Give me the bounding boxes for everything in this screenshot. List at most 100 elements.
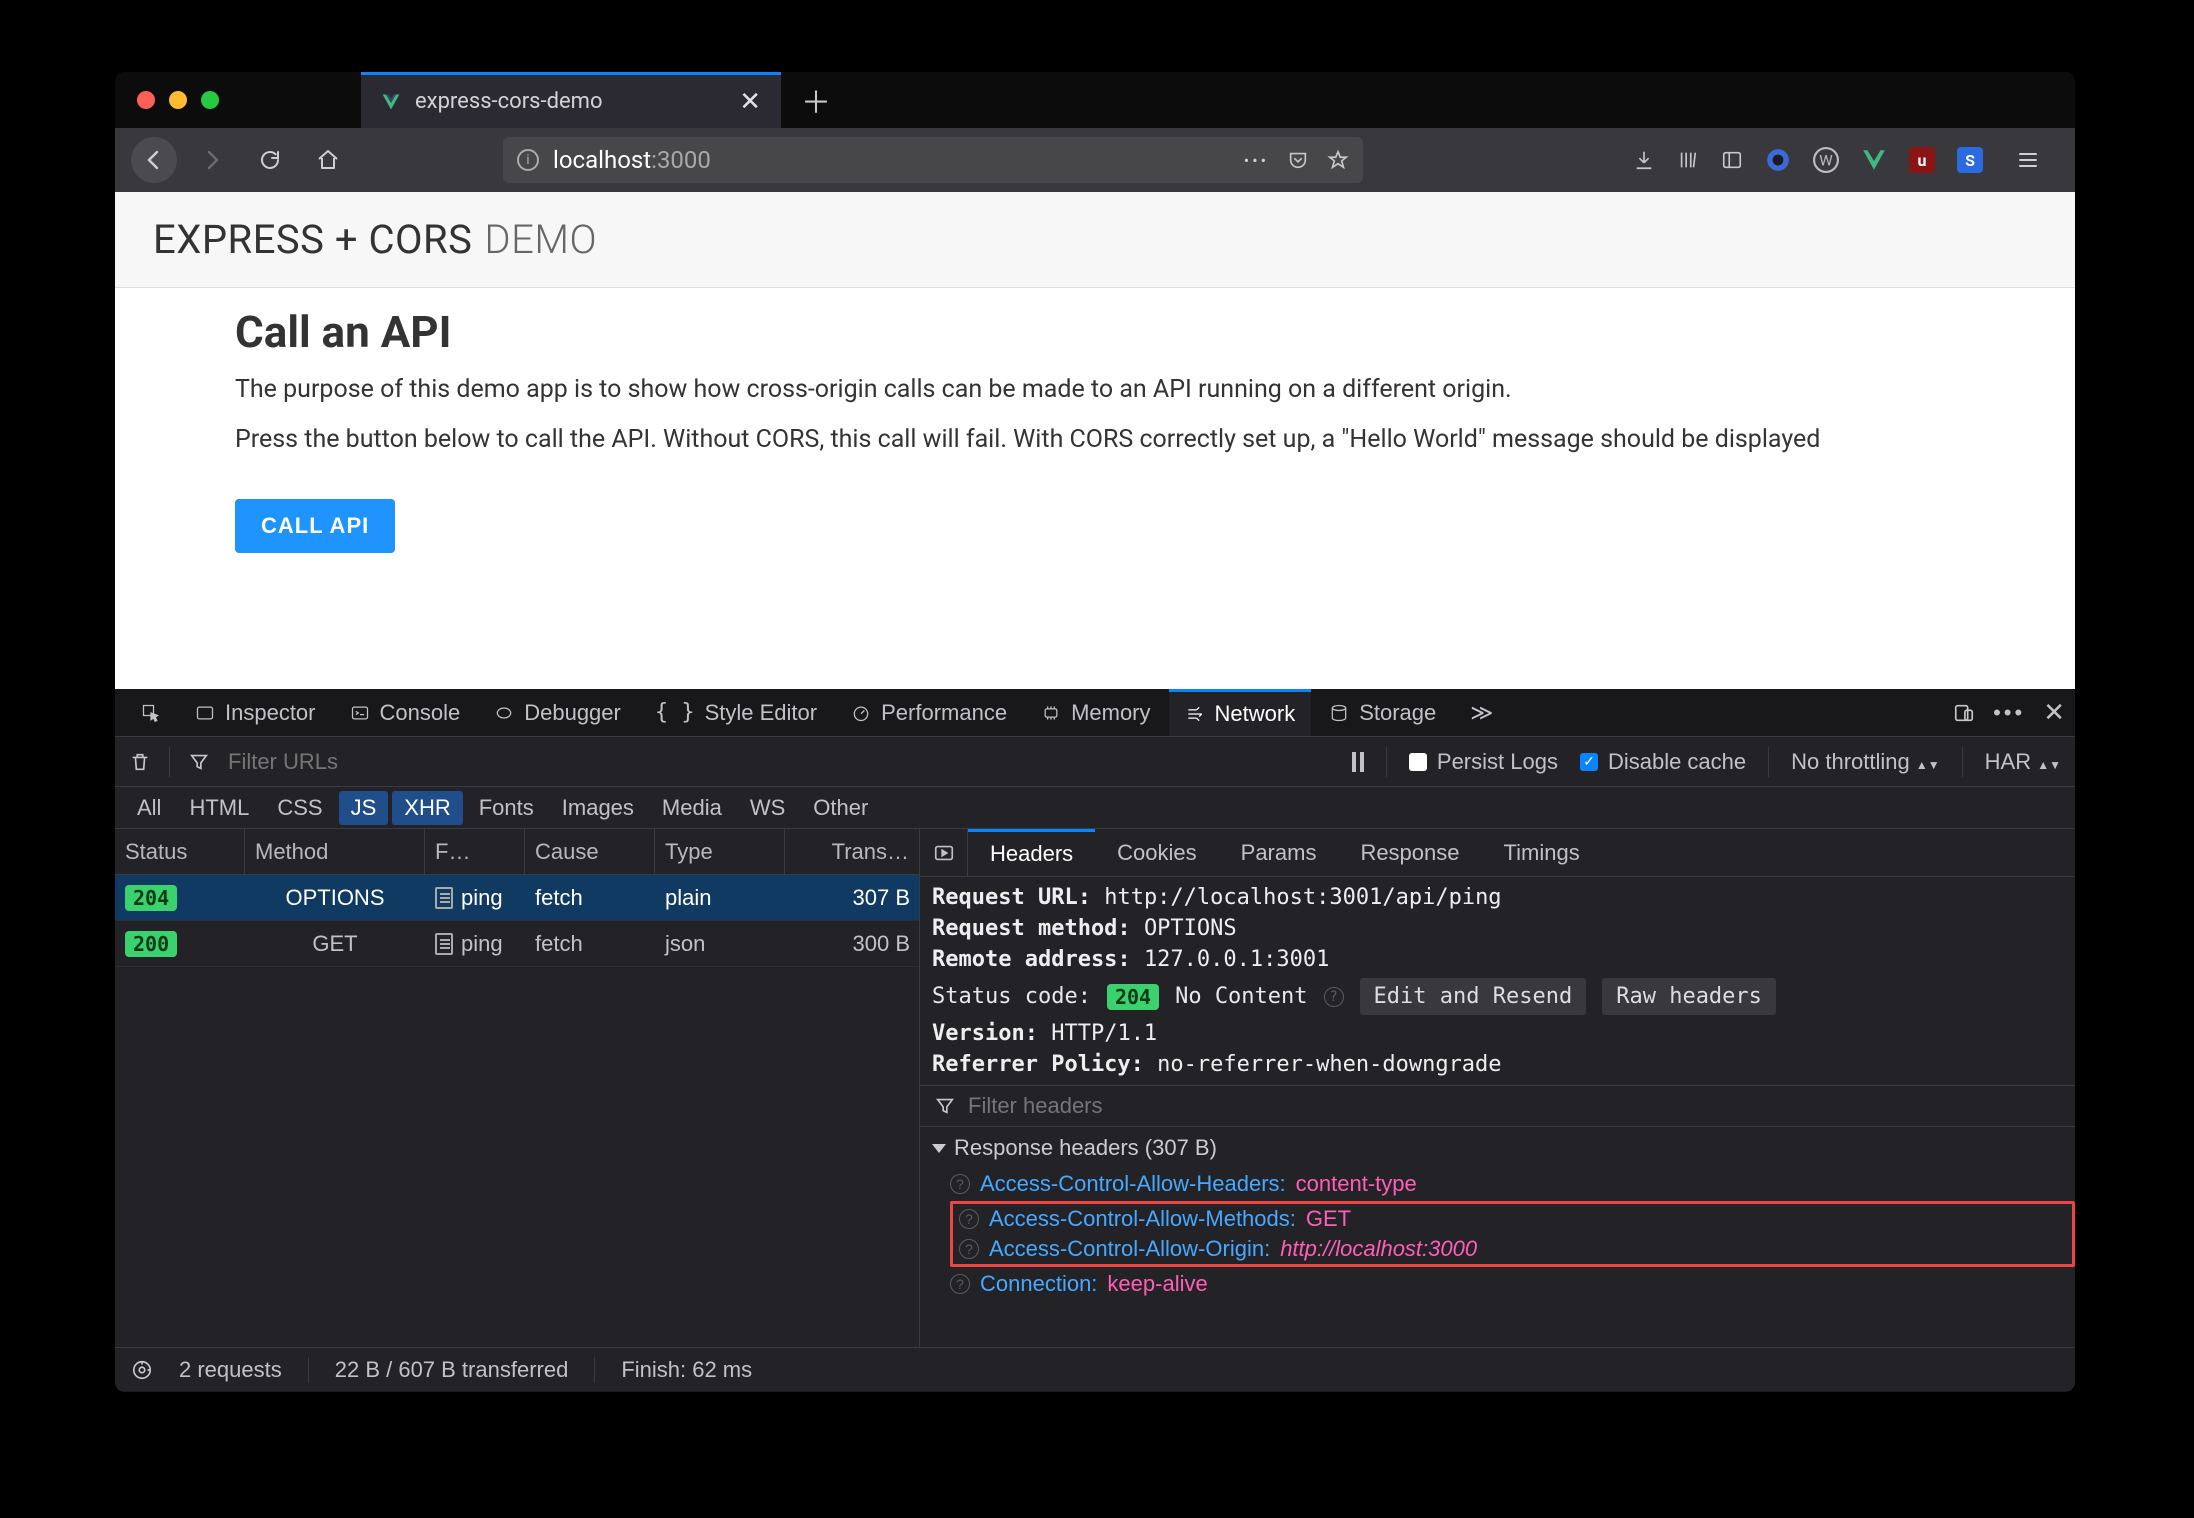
perf-analysis-icon[interactable] [131, 1359, 153, 1381]
devtools-tab-style-editor[interactable]: { }Style Editor [639, 689, 833, 736]
sidebar-icon[interactable] [1721, 149, 1743, 171]
type-filter-fonts[interactable]: Fonts [467, 791, 546, 825]
devtools-tab-storage[interactable]: Storage [1313, 689, 1452, 736]
pause-icon[interactable] [1352, 752, 1364, 772]
throttling-select[interactable]: No throttling ▲▼ [1791, 749, 1940, 775]
col-status[interactable]: Status [115, 829, 245, 874]
page-paragraph-1: The purpose of this demo app is to show … [235, 372, 1955, 408]
devtools-tabs: Inspector Console Debugger { }Style Edit… [115, 689, 2075, 737]
type-filter-other[interactable]: Other [801, 791, 880, 825]
detail-tab-headers[interactable]: Headers [968, 829, 1095, 876]
new-tab-button[interactable]: ＋ [781, 78, 851, 122]
edit-resend-button[interactable]: Edit and Resend [1360, 978, 1587, 1015]
detail-tab-response[interactable]: Response [1338, 829, 1481, 876]
response-header-row: ? Access-Control-Allow-Headers: content-… [950, 1171, 2075, 1197]
header-help-icon[interactable]: ? [950, 1274, 970, 1294]
col-type[interactable]: Type [655, 829, 785, 874]
response-header-row: ? Connection: keep-alive [950, 1271, 2075, 1297]
devtools-tab-debugger[interactable]: Debugger [478, 689, 637, 736]
response-headers-toggle[interactable]: Response headers (307 B) [920, 1127, 2075, 1169]
devtools-tab-memory[interactable]: Memory [1025, 689, 1166, 736]
devtools-menu-button[interactable]: ••• [1993, 700, 2025, 726]
page-actions-icon[interactable]: ••• [1244, 151, 1269, 170]
pick-element-button[interactable] [125, 689, 177, 736]
nav-home-button[interactable] [305, 137, 351, 183]
network-row[interactable]: 204 OPTIONS ping fetch plain 307 B [115, 875, 919, 921]
vue-devtools-icon[interactable] [1861, 147, 1887, 173]
library-icon[interactable] [1677, 149, 1699, 171]
filter-headers-input[interactable] [968, 1093, 2061, 1119]
type-filter-xhr[interactable]: XHR [392, 791, 462, 825]
address-bar[interactable]: i localhost:3000 ••• [503, 137, 1363, 183]
devtools-close-button[interactable]: ✕ [2043, 697, 2065, 728]
type-filter-media[interactable]: Media [650, 791, 734, 825]
header-help-icon[interactable]: ? [950, 1174, 970, 1194]
detail-tab-cookies[interactable]: Cookies [1095, 829, 1218, 876]
window-controls [115, 91, 241, 109]
nav-back-button[interactable] [131, 137, 177, 183]
devtools-tab-overflow[interactable]: ≫ [1454, 689, 1509, 736]
type-filter-ws[interactable]: WS [738, 791, 797, 825]
response-header-row: ? Access-Control-Allow-Origin: http://lo… [959, 1236, 2066, 1262]
browser-navbar: i localhost:3000 ••• W u S [115, 128, 2075, 192]
detail-tab-params[interactable]: Params [1219, 829, 1339, 876]
network-row[interactable]: 200 GET ping fetch json 300 B [115, 921, 919, 967]
col-file[interactable]: F… [425, 829, 525, 874]
nav-reload-button[interactable] [247, 137, 293, 183]
col-transferred[interactable]: Trans… [785, 829, 920, 874]
type-filter-images[interactable]: Images [550, 791, 646, 825]
col-cause[interactable]: Cause [525, 829, 655, 874]
responsive-design-icon[interactable] [1953, 702, 1975, 724]
persist-logs-checkbox[interactable]: Persist Logs [1409, 749, 1558, 775]
file-icon [435, 887, 453, 909]
type-filter-js[interactable]: JS [339, 791, 389, 825]
detail-tabs: Headers Cookies Params Response Timings [920, 829, 2075, 877]
site-info-icon[interactable]: i [517, 149, 539, 171]
har-menu[interactable]: HAR ▲▼ [1985, 749, 2061, 775]
url-text: localhost:3000 [553, 146, 711, 174]
window-zoom-button[interactable] [201, 91, 219, 109]
request-summary: Request URL: http://localhost:3001/api/p… [920, 877, 2075, 1085]
header-help-icon[interactable]: ? [959, 1239, 979, 1259]
detail-toggle-button[interactable] [920, 829, 968, 876]
network-requests-table: Status Method F… Cause Type Trans… 204 O… [115, 829, 920, 1347]
raw-headers-button[interactable]: Raw headers [1602, 978, 1776, 1015]
nav-forward-button[interactable] [189, 137, 235, 183]
stylus-icon[interactable]: S [1957, 147, 1983, 173]
browser-tab-active[interactable]: express-cors-demo ✕ [361, 72, 781, 128]
network-detail-panel: Headers Cookies Params Response Timings … [920, 829, 2075, 1347]
filter-icon [188, 751, 210, 773]
detail-tab-timings[interactable]: Timings [1482, 829, 1602, 876]
type-filter-html[interactable]: HTML [177, 791, 261, 825]
col-method[interactable]: Method [245, 829, 425, 874]
ublock-icon[interactable]: u [1909, 147, 1935, 173]
header-help-icon[interactable]: ? [959, 1209, 979, 1229]
app-menu-button[interactable] [2005, 137, 2051, 183]
disable-cache-checkbox[interactable]: ✓Disable cache [1580, 749, 1746, 775]
type-filter-all[interactable]: All [125, 791, 173, 825]
chevron-down-icon [932, 1144, 946, 1153]
status-help-icon[interactable]: ? [1324, 987, 1344, 1007]
downloads-icon[interactable] [1633, 149, 1655, 171]
extension-icon-2[interactable]: W [1813, 147, 1839, 173]
devtools-panel: Inspector Console Debugger { }Style Edit… [115, 689, 2075, 1391]
bookmark-star-icon[interactable] [1327, 149, 1349, 171]
network-statusbar: 2 requests 22 B / 607 B transferred Fini… [115, 1347, 2075, 1391]
devtools-tab-performance[interactable]: Performance [835, 689, 1023, 736]
svg-text:W: W [1819, 151, 1833, 169]
devtools-tab-console[interactable]: Console [334, 689, 477, 736]
page-title: Call an API [235, 306, 1955, 358]
pocket-icon[interactable] [1287, 149, 1309, 171]
type-filter-css[interactable]: CSS [265, 791, 334, 825]
window-minimize-button[interactable] [169, 91, 187, 109]
filter-urls-input[interactable] [228, 749, 448, 775]
tab-title: express-cors-demo [415, 89, 603, 114]
window-close-button[interactable] [137, 91, 155, 109]
clear-button[interactable] [129, 751, 151, 773]
devtools-tab-network[interactable]: Network [1169, 689, 1312, 736]
page-content: EXPRESS + CORSDEMO Call an API The purpo… [115, 192, 2075, 689]
extension-icon-1[interactable] [1765, 147, 1791, 173]
call-api-button[interactable]: CALL API [235, 499, 395, 553]
tab-close-button[interactable]: ✕ [739, 87, 761, 117]
devtools-tab-inspector[interactable]: Inspector [179, 689, 332, 736]
